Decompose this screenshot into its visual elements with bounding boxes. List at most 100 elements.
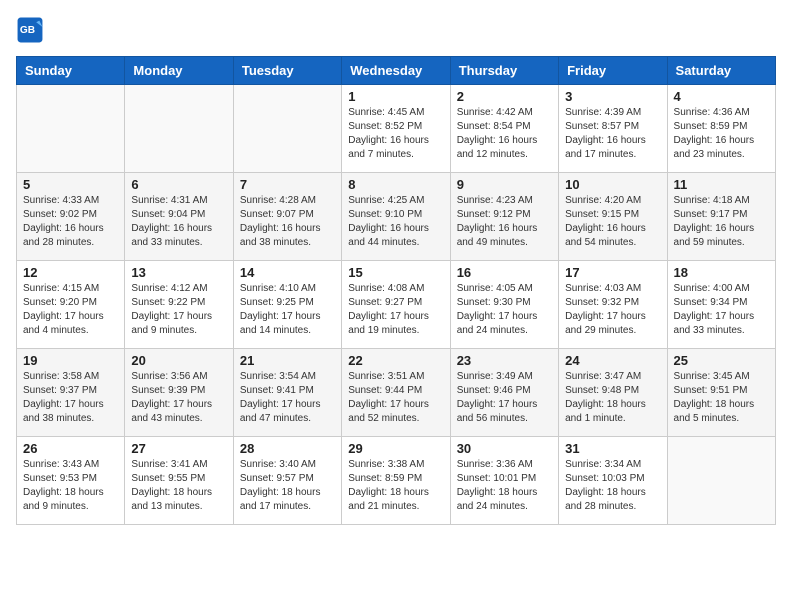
calendar-cell: 27Sunrise: 3:41 AMSunset: 9:55 PMDayligh… <box>125 437 233 525</box>
calendar-cell <box>17 85 125 173</box>
day-detail: Sunrise: 3:43 AMSunset: 9:53 PMDaylight:… <box>23 458 118 514</box>
day-detail: Sunrise: 3:38 AMSunset: 8:59 PMDaylight:… <box>348 458 443 514</box>
day-detail: Sunrise: 3:40 AMSunset: 9:57 PMDaylight:… <box>240 458 335 514</box>
day-number: 12 <box>23 265 118 280</box>
calendar-header-row: SundayMondayTuesdayWednesdayThursdayFrid… <box>17 57 776 85</box>
day-number: 10 <box>565 177 660 192</box>
day-detail: Sunrise: 3:56 AMSunset: 9:39 PMDaylight:… <box>131 370 226 426</box>
calendar-cell: 18Sunrise: 4:00 AMSunset: 9:34 PMDayligh… <box>667 261 775 349</box>
day-detail: Sunrise: 4:45 AMSunset: 8:52 PMDaylight:… <box>348 106 443 162</box>
day-header-wednesday: Wednesday <box>342 57 450 85</box>
day-detail: Sunrise: 3:54 AMSunset: 9:41 PMDaylight:… <box>240 370 335 426</box>
calendar-week-row: 1Sunrise: 4:45 AMSunset: 8:52 PMDaylight… <box>17 85 776 173</box>
calendar-cell: 24 Sunrise: 3:47 AMSunset: 9:48 PMDayligh… <box>559 349 667 437</box>
calendar-cell: 21 Sunrise: 3:54 AMSunset: 9:41 PMDayligh… <box>233 349 341 437</box>
day-number: 24 <box>565 353 660 368</box>
day-number: 26 <box>23 441 118 456</box>
day-detail: Sunrise: 4:12 AMSunset: 9:22 PMDaylight:… <box>131 282 226 338</box>
day-number: 30 <box>457 441 552 456</box>
day-number: 23 <box>457 353 552 368</box>
calendar-cell: 26 Sunrise: 3:43 AMSunset: 9:53 PMDayligh… <box>17 437 125 525</box>
day-detail: Sunrise: 3:41 AMSunset: 9:55 PMDaylight:… <box>131 458 226 514</box>
calendar-cell: 13 Sunrise: 4:12 AMSunset: 9:22 PMDayligh… <box>125 261 233 349</box>
day-number: 8 <box>348 177 443 192</box>
day-number: 25 <box>674 353 769 368</box>
day-detail: Sunrise: 4:31 AMSunset: 9:04 PMDaylight:… <box>131 194 226 250</box>
calendar-cell: 5 Sunrise: 4:33 AMSunset: 9:02 PMDaylight… <box>17 173 125 261</box>
day-detail: Sunrise: 4:25 AMSunset: 9:10 PMDaylight:… <box>348 194 443 250</box>
day-number: 6 <box>131 177 226 192</box>
day-number: 2 <box>457 89 552 104</box>
day-detail: Sunrise: 4:00 AMSunset: 9:34 PMDaylight:… <box>674 282 769 338</box>
calendar-cell <box>233 85 341 173</box>
day-number: 28 <box>240 441 335 456</box>
day-detail: Sunrise: 4:10 AMSunset: 9:25 PMDaylight:… <box>240 282 335 338</box>
day-number: 3 <box>565 89 660 104</box>
calendar-cell: 30Sunrise: 3:36 AMSunset: 10:01 PMDaylig… <box>450 437 558 525</box>
calendar-cell: 14 Sunrise: 4:10 AMSunset: 9:25 PMDayligh… <box>233 261 341 349</box>
calendar-cell: 25 Sunrise: 3:45 AMSunset: 9:51 PMDayligh… <box>667 349 775 437</box>
day-number: 20 <box>131 353 226 368</box>
calendar-cell: 8 Sunrise: 4:25 AMSunset: 9:10 PMDaylight… <box>342 173 450 261</box>
calendar-cell: 2 Sunrise: 4:42 AMSunset: 8:54 PMDaylight… <box>450 85 558 173</box>
day-number: 22 <box>348 353 443 368</box>
calendar-cell: 31Sunrise: 3:34 AMSunset: 10:03 PMDaylig… <box>559 437 667 525</box>
calendar-cell <box>667 437 775 525</box>
day-number: 14 <box>240 265 335 280</box>
page-header: GB <box>16 16 776 44</box>
calendar-table: SundayMondayTuesdayWednesdayThursdayFrid… <box>16 56 776 525</box>
day-number: 16 <box>457 265 552 280</box>
day-detail: Sunrise: 4:20 AMSunset: 9:15 PMDaylight:… <box>565 194 660 250</box>
day-detail: Sunrise: 4:15 AMSunset: 9:20 PMDaylight:… <box>23 282 118 338</box>
day-number: 7 <box>240 177 335 192</box>
calendar-cell: 19Sunrise: 3:58 AMSunset: 9:37 PMDayligh… <box>17 349 125 437</box>
calendar-cell: 3 Sunrise: 4:39 AMSunset: 8:57 PMDaylight… <box>559 85 667 173</box>
calendar-cell: 10 Sunrise: 4:20 AMSunset: 9:15 PMDayligh… <box>559 173 667 261</box>
calendar-cell: 11 Sunrise: 4:18 AMSunset: 9:17 PMDayligh… <box>667 173 775 261</box>
calendar-cell: 28 Sunrise: 3:40 AMSunset: 9:57 PMDayligh… <box>233 437 341 525</box>
day-number: 9 <box>457 177 552 192</box>
calendar-cell: 29 Sunrise: 3:38 AMSunset: 8:59 PMDayligh… <box>342 437 450 525</box>
day-number: 19 <box>23 353 118 368</box>
calendar-cell: 12 Sunrise: 4:15 AMSunset: 9:20 PMDayligh… <box>17 261 125 349</box>
calendar-week-row: 12 Sunrise: 4:15 AMSunset: 9:20 PMDayligh… <box>17 261 776 349</box>
calendar-cell <box>125 85 233 173</box>
day-detail: Sunrise: 4:28 AMSunset: 9:07 PMDaylight:… <box>240 194 335 250</box>
day-header-tuesday: Tuesday <box>233 57 341 85</box>
calendar-cell: 22 Sunrise: 3:51 AMSunset: 9:44 PMDayligh… <box>342 349 450 437</box>
day-detail: Sunrise: 3:34 AMSunset: 10:03 PMDaylight… <box>565 458 660 514</box>
day-number: 13 <box>131 265 226 280</box>
day-number: 29 <box>348 441 443 456</box>
logo: GB <box>16 16 48 44</box>
calendar-cell: 1Sunrise: 4:45 AMSunset: 8:52 PMDaylight… <box>342 85 450 173</box>
day-detail: Sunrise: 4:05 AMSunset: 9:30 PMDaylight:… <box>457 282 552 338</box>
calendar-week-row: 19Sunrise: 3:58 AMSunset: 9:37 PMDayligh… <box>17 349 776 437</box>
calendar-cell: 7 Sunrise: 4:28 AMSunset: 9:07 PMDaylight… <box>233 173 341 261</box>
calendar-cell: 15 Sunrise: 4:08 AMSunset: 9:27 PMDayligh… <box>342 261 450 349</box>
day-detail: Sunrise: 4:03 AMSunset: 9:32 PMDaylight:… <box>565 282 660 338</box>
calendar-week-row: 26 Sunrise: 3:43 AMSunset: 9:53 PMDayligh… <box>17 437 776 525</box>
day-detail: Sunrise: 3:49 AMSunset: 9:46 PMDaylight:… <box>457 370 552 426</box>
day-number: 17 <box>565 265 660 280</box>
day-detail: Sunrise: 4:18 AMSunset: 9:17 PMDaylight:… <box>674 194 769 250</box>
day-detail: Sunrise: 4:39 AMSunset: 8:57 PMDaylight:… <box>565 106 660 162</box>
day-detail: Sunrise: 3:51 AMSunset: 9:44 PMDaylight:… <box>348 370 443 426</box>
day-number: 11 <box>674 177 769 192</box>
day-number: 21 <box>240 353 335 368</box>
day-detail: Sunrise: 3:45 AMSunset: 9:51 PMDaylight:… <box>674 370 769 426</box>
day-detail: Sunrise: 3:47 AMSunset: 9:48 PMDaylight:… <box>565 370 660 426</box>
day-header-sunday: Sunday <box>17 57 125 85</box>
day-detail: Sunrise: 4:08 AMSunset: 9:27 PMDaylight:… <box>348 282 443 338</box>
day-header-friday: Friday <box>559 57 667 85</box>
calendar-cell: 6 Sunrise: 4:31 AMSunset: 9:04 PMDaylight… <box>125 173 233 261</box>
day-detail: Sunrise: 4:33 AMSunset: 9:02 PMDaylight:… <box>23 194 118 250</box>
calendar-cell: 17 Sunrise: 4:03 AMSunset: 9:32 PMDayligh… <box>559 261 667 349</box>
logo-icon: GB <box>16 16 44 44</box>
day-number: 4 <box>674 89 769 104</box>
day-number: 5 <box>23 177 118 192</box>
day-number: 15 <box>348 265 443 280</box>
day-header-thursday: Thursday <box>450 57 558 85</box>
calendar-week-row: 5 Sunrise: 4:33 AMSunset: 9:02 PMDaylight… <box>17 173 776 261</box>
day-detail: Sunrise: 4:42 AMSunset: 8:54 PMDaylight:… <box>457 106 552 162</box>
day-detail: Sunrise: 4:23 AMSunset: 9:12 PMDaylight:… <box>457 194 552 250</box>
